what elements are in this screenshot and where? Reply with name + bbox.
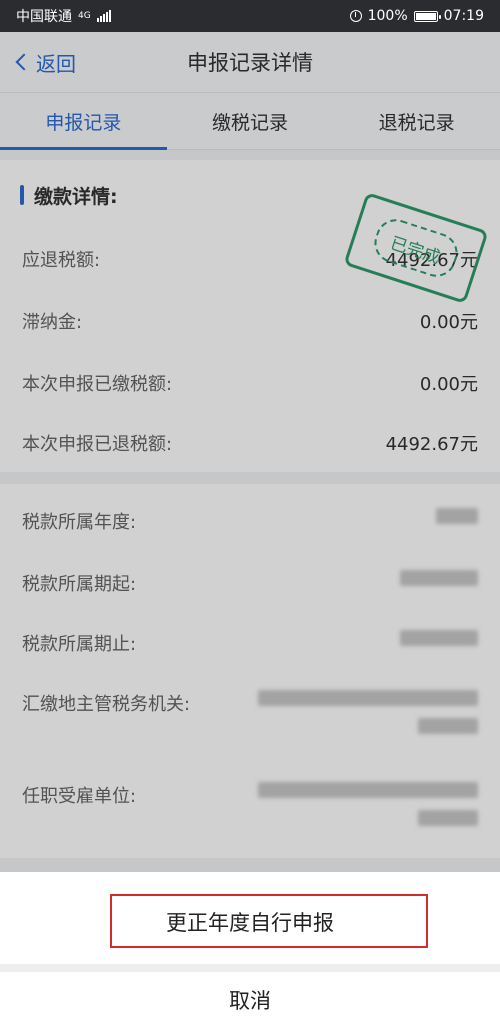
button-label: 取消 — [229, 989, 271, 1013]
network-label: 4G — [78, 11, 91, 21]
clock: 07:19 — [443, 8, 484, 24]
battery-percent: 100% — [367, 8, 408, 24]
action-sheet: 更正年度自行申报 取消 — [0, 872, 500, 1028]
cancel-button[interactable]: 取消 — [0, 972, 500, 1028]
status-bar: 中国联通 4G 100% 07:19 — [0, 0, 500, 32]
carrier-label: 中国联通 — [16, 9, 72, 25]
highlight-box — [110, 894, 428, 948]
signal-icon — [96, 10, 111, 22]
battery-icon — [413, 10, 441, 22]
divider — [0, 964, 500, 972]
alarm-icon — [349, 10, 362, 22]
